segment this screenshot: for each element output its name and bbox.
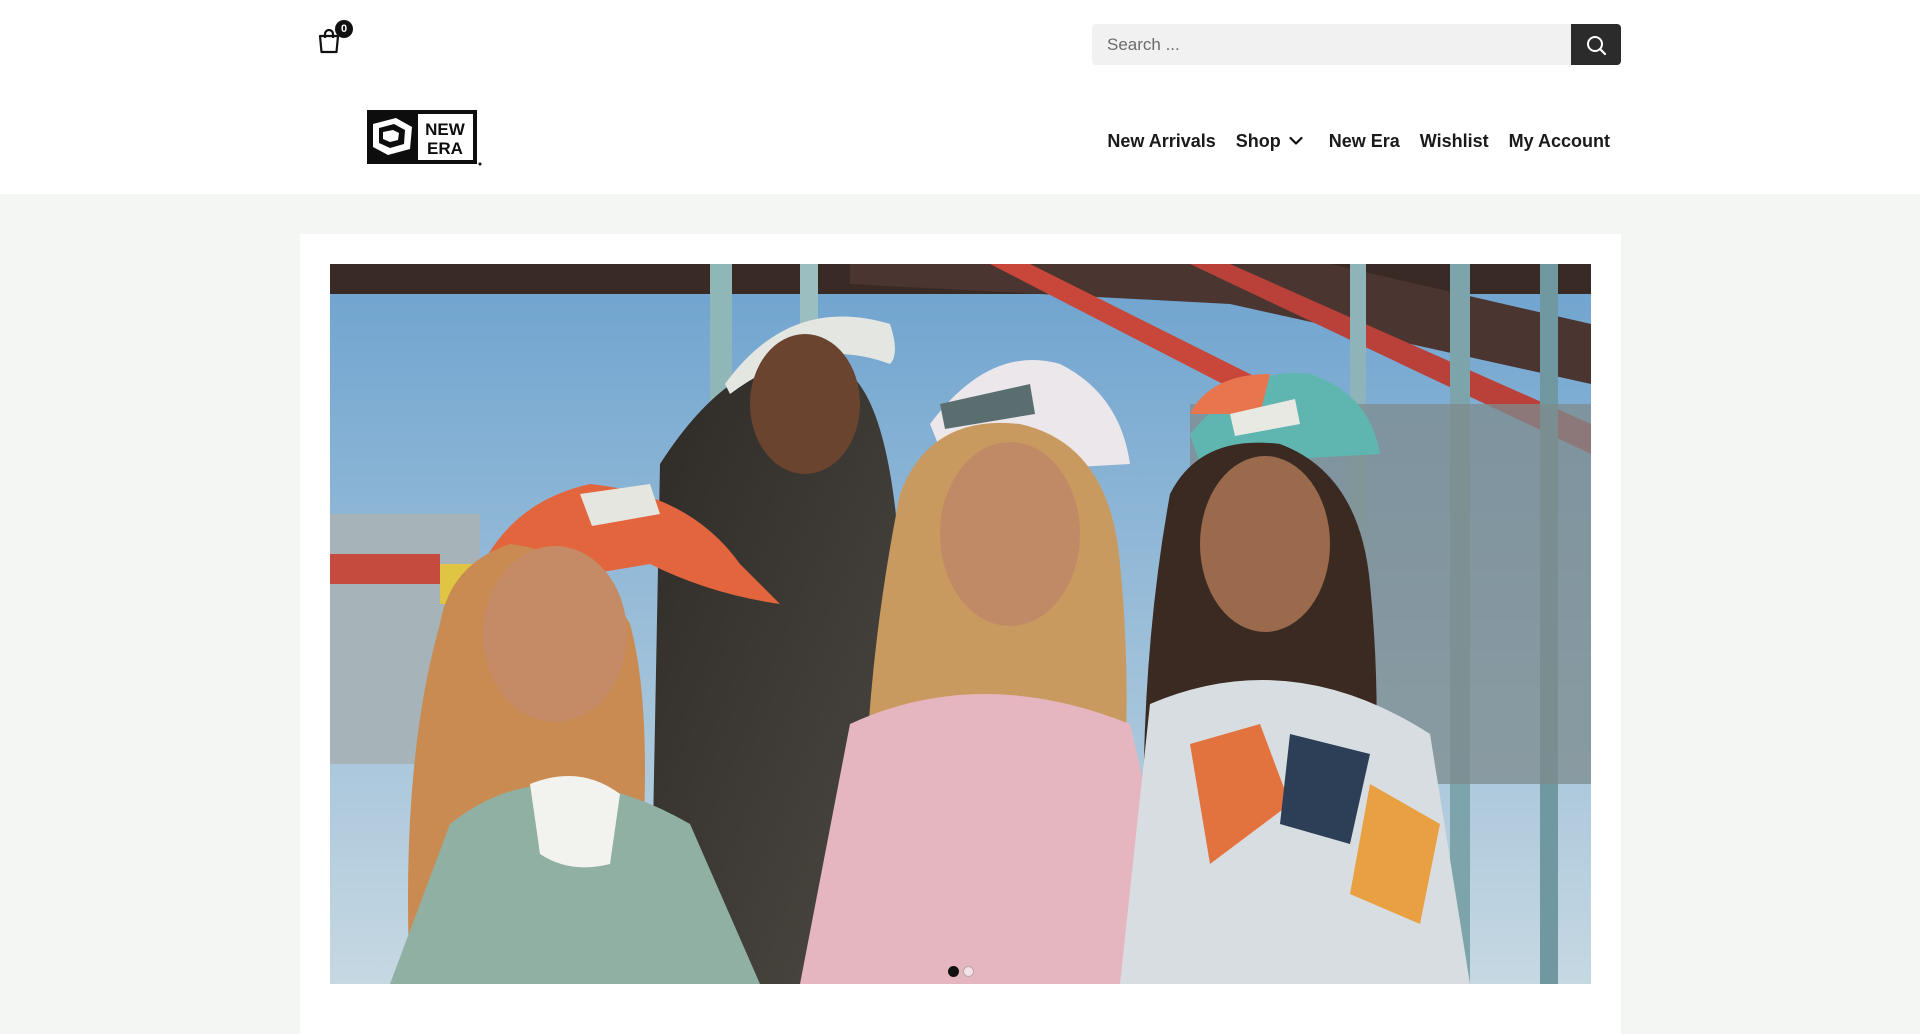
site-header: 0 NEW ERA New Arrivals Shop [0, 0, 1920, 194]
nav-item-wishlist[interactable]: Wishlist [1420, 131, 1489, 152]
logo-mark: NEW ERA [367, 110, 482, 166]
nav-item-label: Wishlist [1419, 130, 1489, 151]
logo-text-era: ERA [427, 139, 463, 158]
slider-dots [330, 966, 1591, 978]
nav-item-new-era[interactable]: New Era [1329, 131, 1400, 152]
chevron-down-icon [1289, 136, 1303, 146]
search-input[interactable] [1092, 24, 1571, 65]
search-icon [1587, 35, 1607, 55]
cart-button[interactable]: 0 [313, 20, 357, 60]
hero-slider[interactable] [330, 264, 1591, 984]
nav-item-my-account[interactable]: My Account [1509, 131, 1610, 152]
slider-dot-2[interactable] [962, 966, 974, 977]
nav-item-label: Shop [1235, 130, 1281, 151]
new-era-logo[interactable]: NEW ERA [366, 109, 483, 167]
nav-item-label: My Account [1508, 130, 1610, 151]
search-button[interactable] [1571, 24, 1621, 65]
nav-item-label: New Era [1328, 130, 1400, 151]
nav-item-shop[interactable]: Shop [1236, 131, 1303, 152]
logo-text-new: NEW [425, 120, 466, 139]
nav-item-new-arrivals[interactable]: New Arrivals [1107, 131, 1215, 152]
cart-count-badge: 0 [335, 20, 353, 38]
nav-item-label: New Arrivals [1107, 130, 1216, 151]
hero-image [330, 264, 1591, 984]
search-form [1092, 24, 1621, 65]
main-nav: New Arrivals Shop New Era Wishlist My Ac… [1087, 126, 1610, 156]
hero-card [300, 234, 1621, 1034]
slider-dot-1[interactable] [947, 966, 959, 977]
